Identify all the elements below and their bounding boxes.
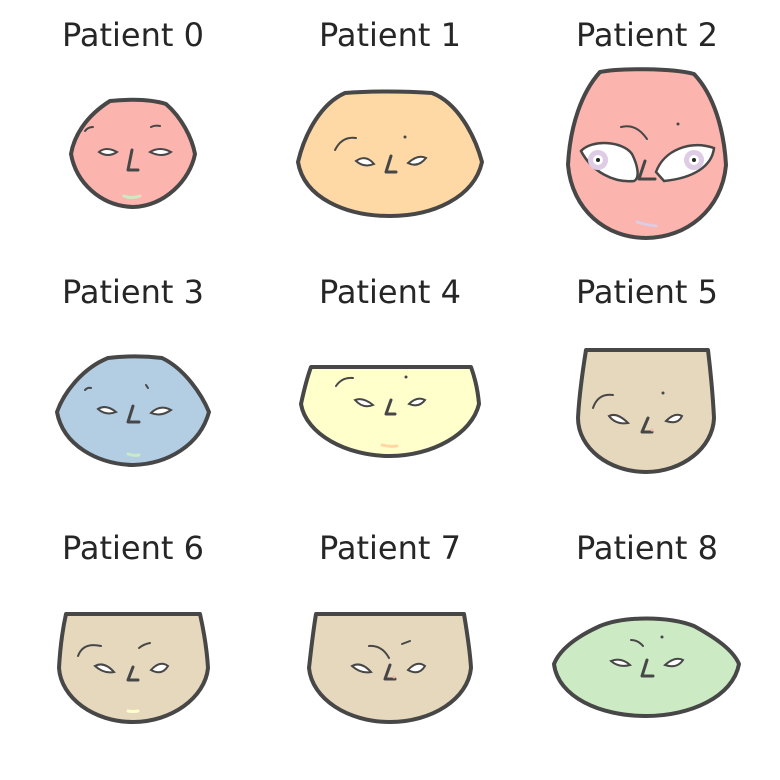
patient-0-face <box>69 97 197 209</box>
patient-3-face <box>55 354 211 467</box>
patient-5-face <box>576 348 716 474</box>
patient-1-head <box>296 89 484 218</box>
patient-2-face <box>566 67 728 240</box>
patient-8-face <box>552 616 741 718</box>
patient-4-face <box>299 365 481 458</box>
patient-7-face <box>307 612 473 724</box>
patient-4-head <box>299 365 481 458</box>
patient-8-head <box>552 616 741 718</box>
faces-canvas <box>55 67 741 724</box>
patient-1-face <box>296 89 484 218</box>
patient-6-face <box>57 612 210 724</box>
faces-grid: Patient 0 Patient 1 Patient 2 Patient 3 … <box>0 0 780 780</box>
patient-0-head <box>69 97 197 209</box>
patient-5-head <box>576 348 716 474</box>
